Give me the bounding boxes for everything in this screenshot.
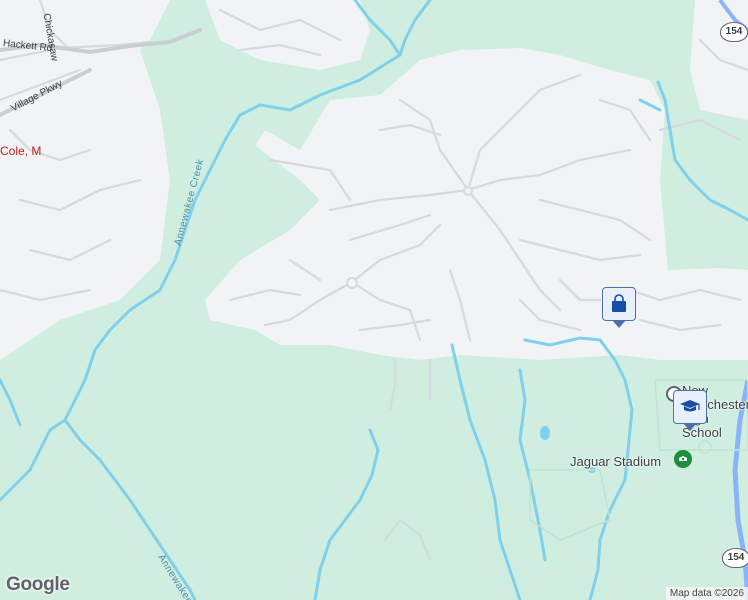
google-logo[interactable]: Google — [6, 574, 70, 596]
stadium-label[interactable]: Jaguar Stadium — [570, 454, 661, 469]
highway-shield-north: 154 — [720, 22, 748, 42]
residential-area-north — [205, 0, 370, 70]
shopping-marker[interactable] — [602, 287, 636, 328]
map-attribution[interactable]: Map data ©2026 — [665, 587, 748, 600]
map-canvas[interactable]: Chickasaw Hackett Rd Village Pkwy Cole, … — [0, 0, 748, 600]
residential-area-central — [205, 48, 748, 360]
place-label-cole[interactable]: Cole, M — [0, 144, 41, 158]
stadium-icon[interactable] — [674, 450, 692, 468]
shopping-bag-icon — [612, 294, 626, 312]
graduation-cap-icon — [680, 400, 700, 412]
school-marker[interactable] — [673, 390, 707, 431]
highway-shield-south: 154 — [722, 548, 748, 568]
